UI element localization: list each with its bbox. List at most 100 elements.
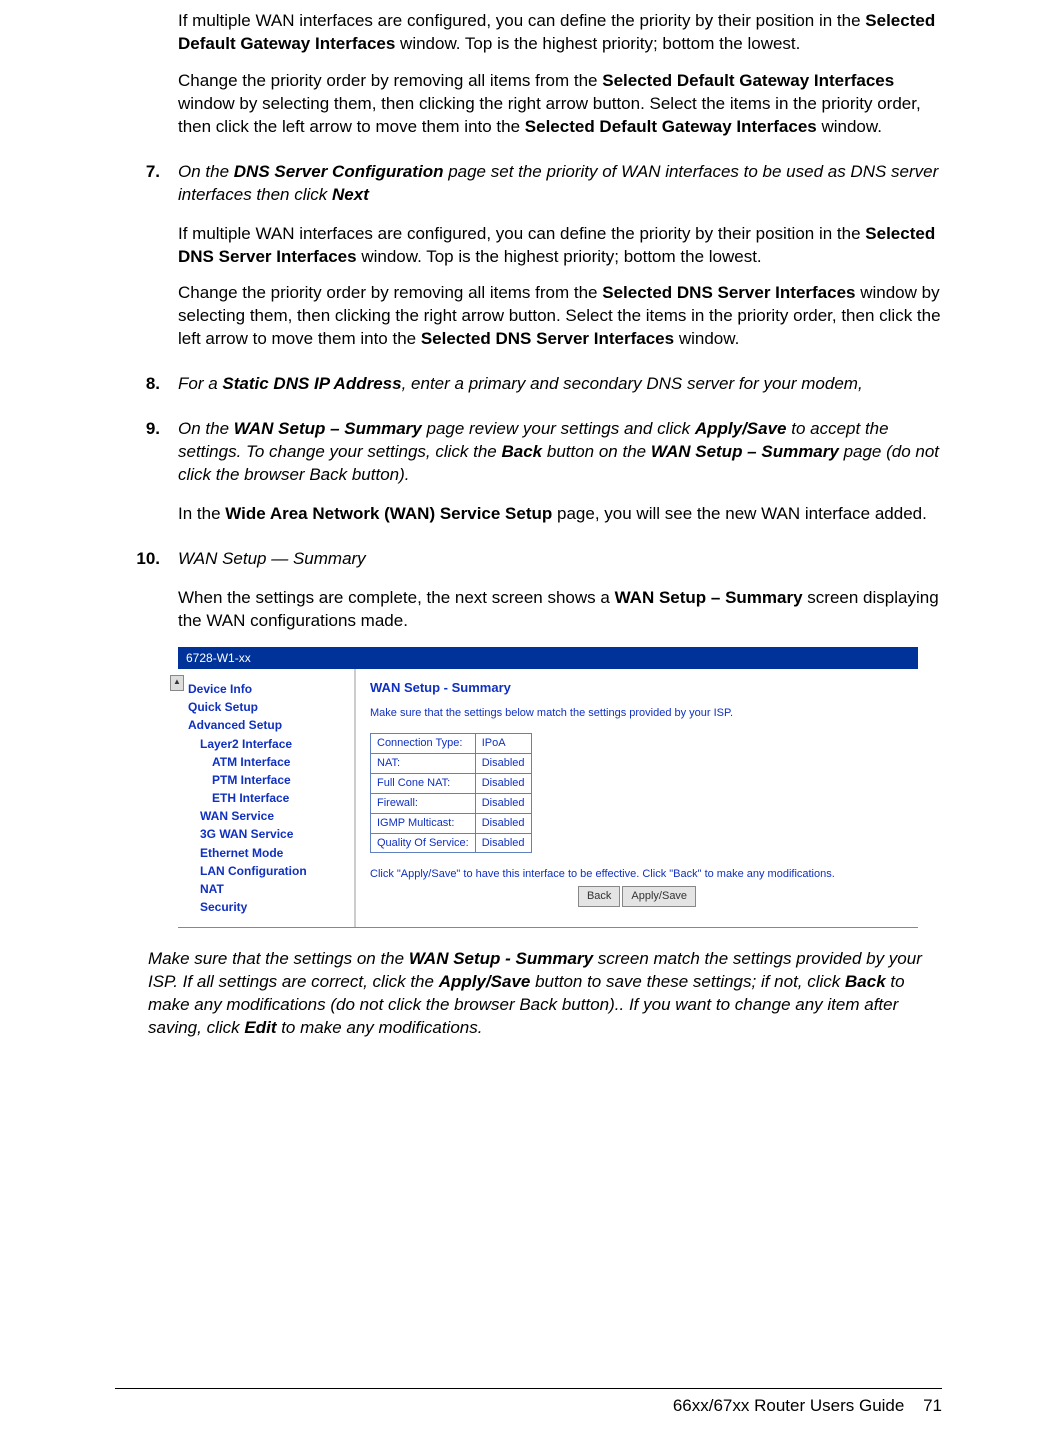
text: When the settings are complete, the next…: [178, 588, 615, 607]
term: WAN Setup – Summary: [651, 442, 839, 461]
nav-item[interactable]: LAN Configuration: [200, 863, 348, 879]
step-8: 8. For a Static DNS IP Address, enter a …: [115, 373, 942, 396]
paragraph: Make sure that the settings on the WAN S…: [148, 948, 942, 1040]
apply-save-button[interactable]: Apply/Save: [622, 886, 696, 907]
text: Change the priority order by removing al…: [178, 71, 602, 90]
setting-value: Disabled: [475, 813, 531, 833]
nav-item[interactable]: PTM Interface: [212, 772, 348, 788]
screenshot-wan-setup-summary: 6728-W1-xx ▲ Device InfoQuick SetupAdvan…: [178, 647, 942, 929]
content-title: WAN Setup - Summary: [370, 679, 904, 697]
step-number: 8.: [115, 373, 178, 396]
paragraph: If multiple WAN interfaces are configure…: [178, 10, 942, 56]
nav-item[interactable]: Layer2 Interface: [200, 736, 348, 752]
text: If multiple WAN interfaces are configure…: [178, 224, 865, 243]
term: Selected Default Gateway Interfaces: [602, 71, 894, 90]
nav-item[interactable]: Security: [200, 899, 348, 915]
table-row: Firewall:Disabled: [371, 793, 532, 813]
nav-item[interactable]: ETH Interface: [212, 790, 348, 806]
step-body: For a Static DNS IP Address, enter a pri…: [178, 373, 942, 396]
setting-value: Disabled: [475, 833, 531, 853]
term: Back: [845, 972, 886, 991]
setting-key: Firewall:: [371, 793, 476, 813]
footer-title: 66xx/67xx Router Users Guide: [673, 1396, 905, 1415]
term: Next: [332, 185, 369, 204]
term: Static DNS IP Address: [222, 374, 401, 393]
text: Change the priority order by removing al…: [178, 283, 602, 302]
settings-table: Connection Type:IPoANAT:DisabledFull Con…: [370, 733, 532, 853]
nav-item[interactable]: NAT: [200, 881, 348, 897]
nav-item[interactable]: Quick Setup: [188, 699, 348, 715]
term: WAN Setup - Summary: [409, 949, 593, 968]
text: button to save these settings; if not, c…: [530, 972, 845, 991]
step-10: 10. WAN Setup — Summary: [115, 548, 942, 571]
nav-item[interactable]: Ethernet Mode: [200, 845, 348, 861]
term: Selected Default Gateway Interfaces: [525, 117, 817, 136]
term: Selected DNS Server Interfaces: [421, 329, 674, 348]
text: In the: [178, 504, 225, 523]
step-body: On the DNS Server Configuration page set…: [178, 161, 942, 207]
setting-value: Disabled: [475, 774, 531, 794]
setting-key: Quality Of Service:: [371, 833, 476, 853]
text: window. Top is the highest priority; bot…: [395, 34, 800, 53]
setting-value: Disabled: [475, 754, 531, 774]
back-button[interactable]: Back: [578, 886, 620, 907]
term: WAN Setup – Summary: [615, 588, 803, 607]
nav-item[interactable]: Advanced Setup: [188, 717, 348, 733]
step-9: 9. On the WAN Setup – Summary page revie…: [115, 418, 942, 487]
term: Apply/Save: [439, 972, 531, 991]
text: page review your settings and click: [422, 419, 695, 438]
table-row: Quality Of Service:Disabled: [371, 833, 532, 853]
nav-item[interactable]: 3G WAN Service: [200, 826, 348, 842]
page-footer: 66xx/67xx Router Users Guide 71: [115, 1388, 942, 1418]
term: DNS Server Configuration: [234, 162, 444, 181]
term: Wide Area Network (WAN) Service Setup: [225, 504, 552, 523]
setting-key: Connection Type:: [371, 734, 476, 754]
text: Make sure that the settings on the: [148, 949, 409, 968]
table-row: NAT:Disabled: [371, 754, 532, 774]
term: Selected DNS Server Interfaces: [602, 283, 855, 302]
text: For a: [178, 374, 222, 393]
text: page, you will see the new WAN interface…: [552, 504, 927, 523]
term: Apply/Save: [695, 419, 787, 438]
setting-value: Disabled: [475, 793, 531, 813]
scroll-up-icon[interactable]: ▲: [170, 675, 184, 691]
content-pane: WAN Setup - Summary Make sure that the s…: [356, 669, 918, 927]
nav-sidebar: ▲ Device InfoQuick SetupAdvanced SetupLa…: [178, 669, 356, 927]
page-number: 71: [923, 1396, 942, 1415]
nav-item[interactable]: Device Info: [188, 681, 348, 697]
table-row: Connection Type:IPoA: [371, 734, 532, 754]
window-titlebar: 6728-W1-xx: [178, 647, 918, 669]
content-subtitle: Make sure that the settings below match …: [370, 706, 904, 721]
term: WAN Setup – Summary: [234, 419, 422, 438]
text: to make any modifications.: [276, 1018, 482, 1037]
setting-value: IPoA: [475, 734, 531, 754]
paragraph: Change the priority order by removing al…: [178, 282, 942, 351]
step-7: 7. On the DNS Server Configuration page …: [115, 161, 942, 207]
paragraph: Change the priority order by removing al…: [178, 70, 942, 139]
text: , enter a primary and secondary DNS serv…: [402, 374, 863, 393]
paragraph: If multiple WAN interfaces are configure…: [178, 223, 942, 269]
step-number: 7.: [115, 161, 178, 207]
table-row: Full Cone NAT:Disabled: [371, 774, 532, 794]
text: On the: [178, 419, 234, 438]
text: On the: [178, 162, 234, 181]
text: WAN Setup — Summary: [178, 549, 366, 568]
table-row: IGMP Multicast:Disabled: [371, 813, 532, 833]
text: window.: [817, 117, 882, 136]
hint-text: Click "Apply/Save" to have this interfac…: [370, 867, 904, 882]
term: Edit: [244, 1018, 276, 1037]
text: window. Top is the highest priority; bot…: [357, 247, 762, 266]
text: window.: [674, 329, 739, 348]
nav-item[interactable]: WAN Service: [200, 808, 348, 824]
term: Back: [502, 442, 543, 461]
text: If multiple WAN interfaces are configure…: [178, 11, 865, 30]
step-number: 10.: [115, 548, 178, 571]
setting-key: Full Cone NAT:: [371, 774, 476, 794]
nav-item[interactable]: ATM Interface: [212, 754, 348, 770]
setting-key: NAT:: [371, 754, 476, 774]
step-body: WAN Setup — Summary: [178, 548, 942, 571]
step-number: 9.: [115, 418, 178, 487]
step-body: On the WAN Setup – Summary page review y…: [178, 418, 942, 487]
text: button on the: [542, 442, 651, 461]
paragraph: In the Wide Area Network (WAN) Service S…: [178, 503, 942, 526]
